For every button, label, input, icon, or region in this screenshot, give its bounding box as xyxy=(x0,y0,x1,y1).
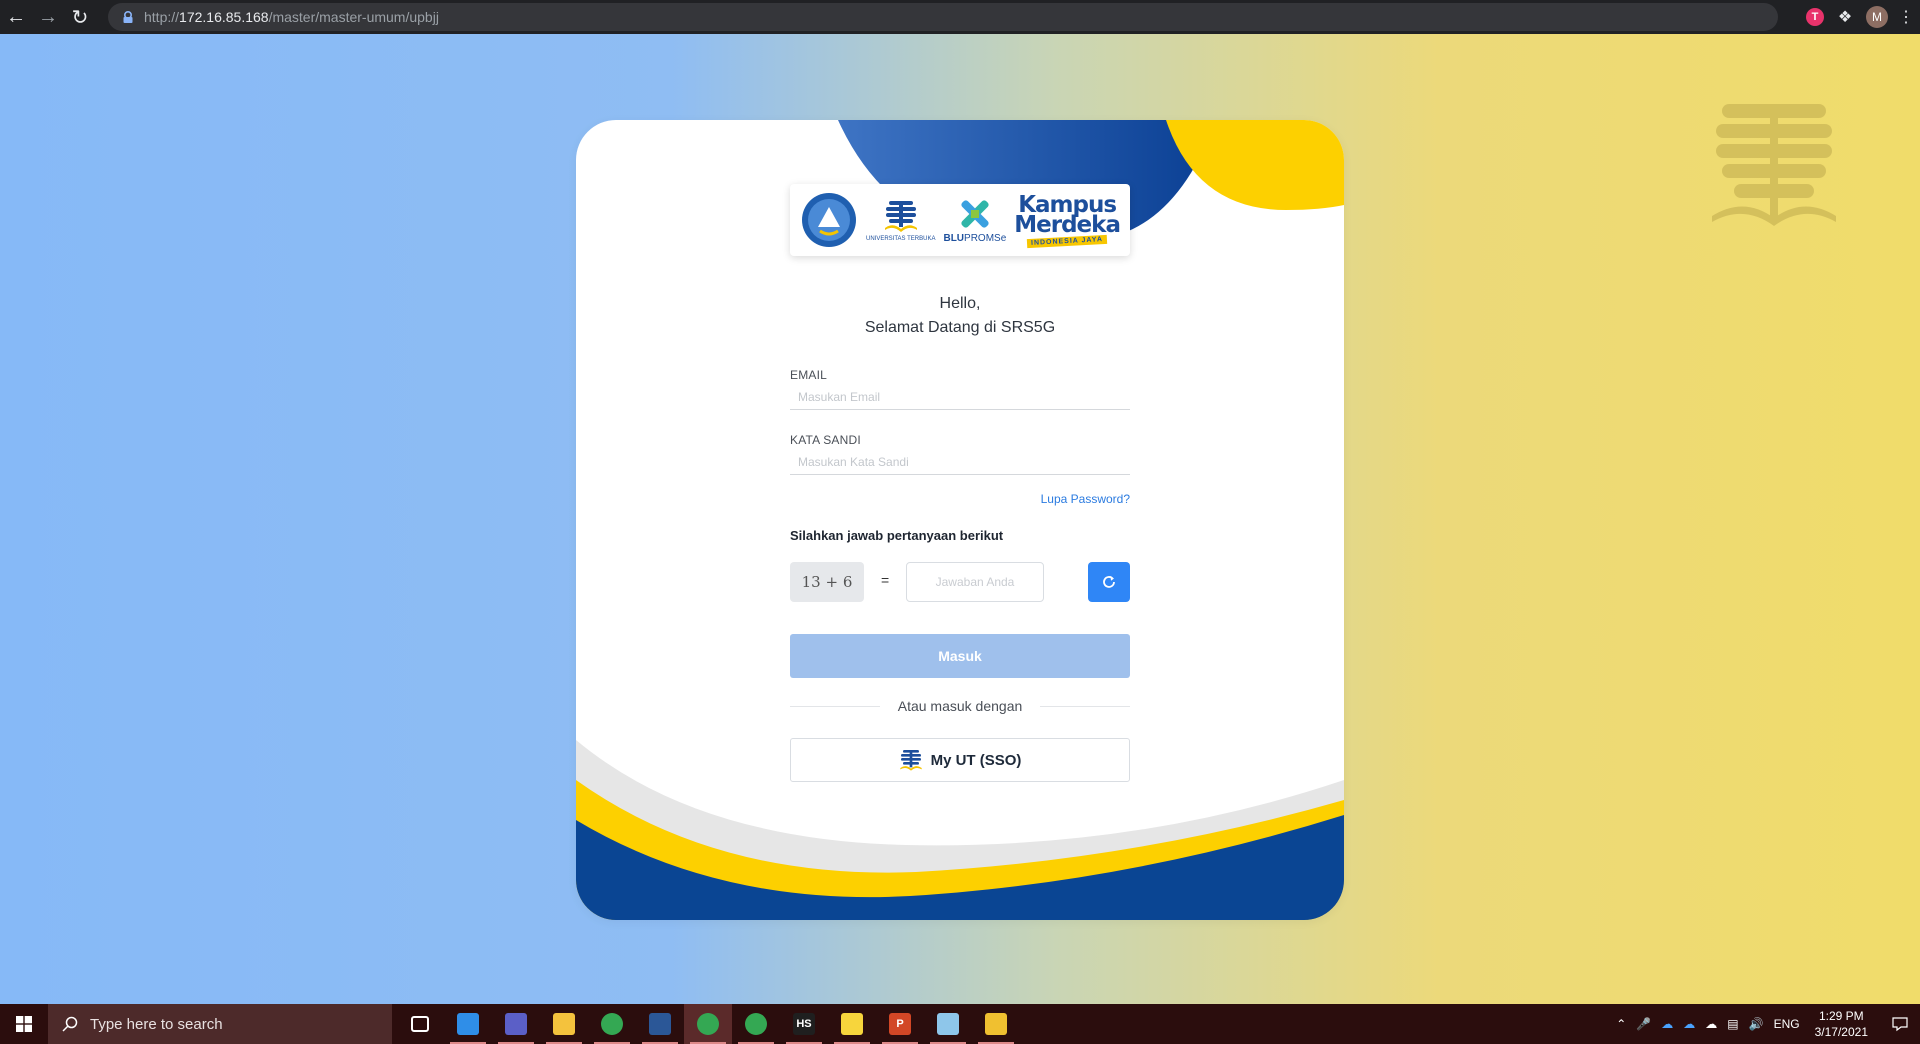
windows-taskbar: Type here to search HS P ⌃ 🎤 ☁ ☁ ☁ ▤ 🔊 EN… xyxy=(0,1004,1920,1044)
greeting: Hello, Selamat Datang di SRS5G xyxy=(576,292,1344,340)
captcha-question: Silahkan jawab pertanyaan berikut xyxy=(790,528,1004,543)
taskbar-app-chrome-profile-m[interactable] xyxy=(684,1004,732,1044)
chrome-profile-m-icon xyxy=(697,1013,719,1035)
taskbar-app-vscode[interactable] xyxy=(444,1004,492,1044)
notification-icon[interactable] xyxy=(1880,1004,1920,1044)
login-page: UNIVERSITAS TERBUKA BLUPROMSe Kampus Mer… xyxy=(0,34,1920,1004)
taskbar-app-sticky-notes[interactable] xyxy=(828,1004,876,1044)
taskbar-app-teams[interactable] xyxy=(492,1004,540,1044)
clock-date: 3/17/2021 xyxy=(1814,1025,1868,1039)
sticky-notes-icon xyxy=(841,1013,863,1035)
taskbar-app-word[interactable] xyxy=(636,1004,684,1044)
ut-watermark-logo xyxy=(1712,104,1836,226)
email-field[interactable] xyxy=(790,384,1130,410)
profile-avatar[interactable]: M xyxy=(1866,6,1888,28)
taskbar-app-chrome-2[interactable] xyxy=(732,1004,780,1044)
blu-cross-icon xyxy=(961,199,989,228)
ut-globe-icon xyxy=(884,201,917,232)
cloud-icon[interactable]: ☁ xyxy=(1705,1017,1717,1031)
greeting-hello: Hello, xyxy=(939,295,981,312)
email-label: EMAIL xyxy=(790,368,828,382)
search-placeholder: Type here to search xyxy=(90,1015,223,1033)
partner-logos: UNIVERSITAS TERBUKA BLUPROMSe Kampus Mer… xyxy=(790,184,1130,256)
captcha-expression: 13 + 6 xyxy=(790,562,864,602)
vscode-icon xyxy=(457,1013,479,1035)
login-submit-button[interactable]: Masuk xyxy=(790,634,1130,678)
git-app-icon xyxy=(985,1013,1007,1035)
ut-sso-icon xyxy=(899,750,922,771)
browser-toolbar: ← → ↻ http://172.16.85.168/master/master… xyxy=(0,0,1920,34)
taskbar-app-hs-app[interactable]: HS xyxy=(780,1004,828,1044)
volume-icon[interactable]: 🔊 xyxy=(1749,1017,1764,1031)
url-text: http://172.16.85.168/master/master-umum/… xyxy=(144,9,439,25)
clock-time: 1:29 PM xyxy=(1818,1009,1864,1023)
reload-icon[interactable]: ↻ xyxy=(64,0,96,34)
notepad-app-icon xyxy=(937,1013,959,1035)
alt-login-divider: Atau masuk dengan xyxy=(790,696,1130,716)
taskbar-app-git-app[interactable] xyxy=(972,1004,1020,1044)
address-bar[interactable]: http://172.16.85.168/master/master-umum/… xyxy=(108,3,1778,31)
taskbar-app-file-explorer[interactable] xyxy=(540,1004,588,1044)
kampus-merdeka-logo: Kampus Merdeka INDONESIA JAYA xyxy=(1014,191,1121,248)
sso-login-button[interactable]: My UT (SSO) xyxy=(790,738,1130,782)
taskbar-app-chrome[interactable] xyxy=(588,1004,636,1044)
teams-icon xyxy=(505,1013,527,1035)
action-center-icon xyxy=(1892,1017,1908,1032)
captcha-refresh-button[interactable] xyxy=(1088,562,1130,602)
forgot-password-link[interactable]: Lupa Password? xyxy=(1016,492,1130,506)
task-view-icon xyxy=(411,1016,429,1032)
show-hidden-icons[interactable]: ⌃ xyxy=(1616,1017,1626,1031)
search-icon xyxy=(62,1016,78,1032)
taskbar-app-notepad-app[interactable] xyxy=(924,1004,972,1044)
taskbar-search[interactable]: Type here to search xyxy=(48,1004,392,1044)
windows-logo-icon xyxy=(16,1016,32,1032)
pinned-apps: HS P xyxy=(396,1004,1020,1044)
network-icon[interactable]: ▤ xyxy=(1727,1017,1738,1031)
password-label: KATA SANDI xyxy=(790,433,861,447)
taskbar-app-powerpoint[interactable]: P xyxy=(876,1004,924,1044)
forward-icon[interactable]: → xyxy=(32,0,64,34)
tut-wuri-logo xyxy=(800,191,858,249)
clock[interactable]: 1:29 PM 3/17/2021 xyxy=(1815,1008,1868,1040)
sso-label: My UT (SSO) xyxy=(930,751,1022,769)
menu-kebab-icon[interactable]: ⋮ xyxy=(1898,7,1914,27)
onedrive-icon[interactable]: ☁ xyxy=(1661,1017,1673,1031)
page-info-icon[interactable] xyxy=(122,10,134,24)
refresh-icon xyxy=(1103,576,1115,588)
chrome-icon xyxy=(601,1013,623,1035)
captcha-answer-input[interactable] xyxy=(906,562,1044,602)
divider-label: Atau masuk dengan xyxy=(897,698,1023,714)
back-icon[interactable]: ← xyxy=(0,0,32,34)
hs-app-icon: HS xyxy=(793,1013,815,1035)
start-button[interactable] xyxy=(0,1004,48,1044)
chrome-2-icon xyxy=(745,1013,767,1035)
divider-line-left xyxy=(790,705,880,707)
system-tray: ⌃ 🎤 ☁ ☁ ☁ ▤ 🔊 ENG 1:29 PM 3/17/2021 xyxy=(1611,1004,1920,1044)
extension-icon[interactable]: T xyxy=(1806,8,1824,26)
powerpoint-icon: P xyxy=(889,1013,911,1035)
divider-line-right xyxy=(1040,705,1130,707)
password-field[interactable] xyxy=(790,449,1130,475)
login-card: UNIVERSITAS TERBUKA BLUPROMSe Kampus Mer… xyxy=(576,120,1344,920)
universitas-terbuka-logo: UNIVERSITAS TERBUKA xyxy=(866,198,935,242)
tut-wuri-emblem-icon xyxy=(802,193,856,247)
extensions-puzzle-icon[interactable]: ❖ xyxy=(1834,7,1856,27)
taskbar-app-task-view[interactable] xyxy=(396,1004,444,1044)
equals-sign: = xyxy=(881,572,890,588)
greeting-welcome: Selamat Datang di SRS5G xyxy=(864,319,1056,336)
onedrive-2-icon[interactable]: ☁ xyxy=(1683,1017,1695,1031)
file-explorer-icon xyxy=(553,1013,575,1035)
microphone-icon[interactable]: 🎤 xyxy=(1636,1017,1651,1031)
word-icon xyxy=(649,1013,671,1035)
language-indicator[interactable]: ENG xyxy=(1774,1017,1800,1031)
blu-promse-logo: BLUPROMSe xyxy=(943,197,1006,244)
